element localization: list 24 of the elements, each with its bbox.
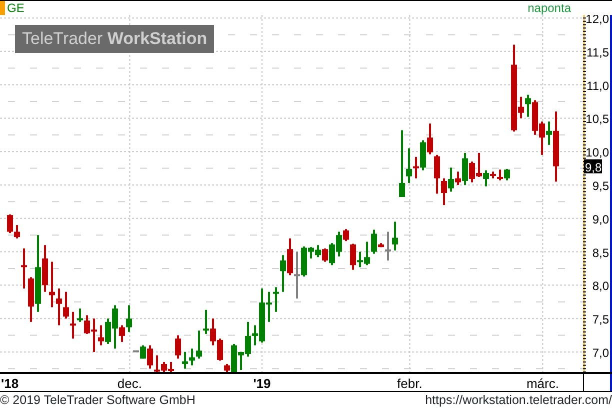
symbol-marker [0,1,5,15]
axis-label: 11,5 [586,45,609,60]
price-label: 9,8 [584,159,602,174]
logo: TeleTrader WorkStation [15,25,214,53]
copyright-text: © 2019 TeleTrader Software GmbH [0,392,196,409]
axis-label: 8,5 [592,246,609,260]
axis-corner [583,374,612,391]
axis-label: 10,0 [586,146,609,160]
axis-label: 12,0 [586,15,609,26]
axis-label: febr. [397,376,422,391]
website-link[interactable]: https://workstation.teletrader.com/ [425,392,612,409]
axis-label: 7,5 [592,312,609,327]
axis-label: 9,0 [592,212,609,226]
axis-label: dec. [117,376,142,391]
axis-label: márc. [526,376,559,391]
axis-label: '18 [1,376,19,391]
axis-label: 11,0 [586,78,609,93]
axis-label: 9,5 [592,178,609,193]
axis-label: '19 [253,376,271,391]
axis-label: 8,0 [592,279,609,294]
interval-label[interactable]: naponta [528,1,571,15]
symbol-label: GE [7,1,24,15]
axis-label: 10,5 [586,112,609,126]
axis-label: 7,0 [592,346,609,360]
